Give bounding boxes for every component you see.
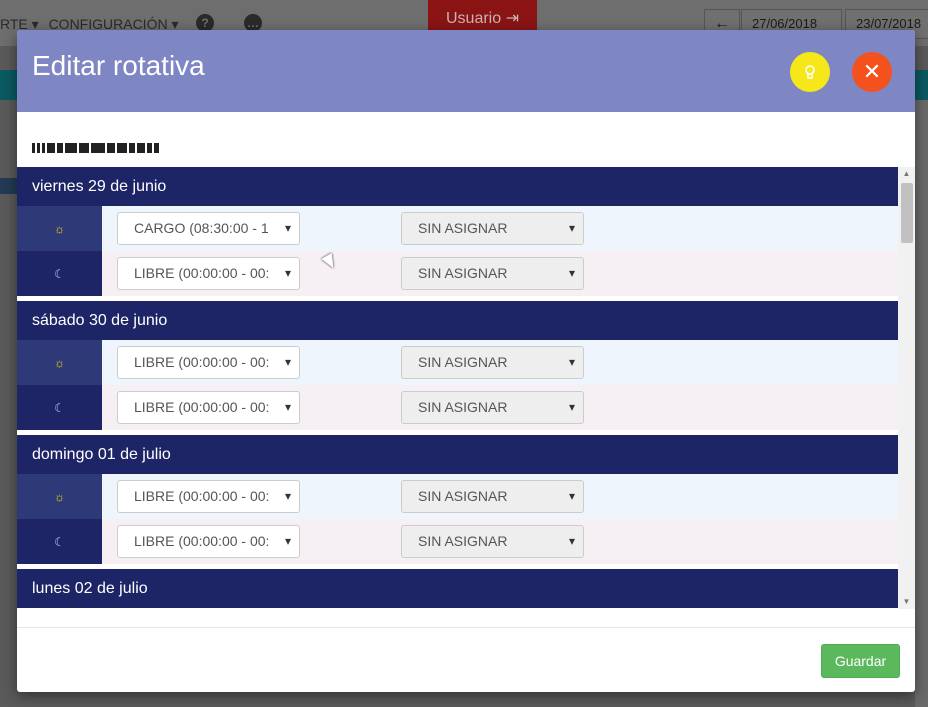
day-header: lunes 02 de julio [17,569,898,608]
modal-title: Editar rotativa [32,50,205,81]
assignment-select[interactable]: SIN ASIGNAR [401,257,584,290]
shift-row: ☾ LIBRE (00:00:00 - 00: SIN ASIGNAR [17,251,898,296]
assignment-select[interactable]: SIN ASIGNAR [401,346,584,379]
shift-type-select[interactable]: LIBRE (00:00:00 - 00: [117,480,300,513]
assignment-select[interactable]: SIN ASIGNAR [401,480,584,513]
sun-icon: ☼ [17,474,102,519]
shift-type-select[interactable]: LIBRE (00:00:00 - 00: [117,525,300,558]
moon-icon: ☾ [17,251,102,296]
assignment-select[interactable]: SIN ASIGNAR [401,391,584,424]
assignment-select[interactable]: SIN ASIGNAR [401,525,584,558]
shift-type-select[interactable]: LIBRE (00:00:00 - 00: [117,391,300,424]
employee-name-redacted [32,142,162,154]
scroll-down-icon[interactable]: ▼ [898,595,915,609]
background-right [915,100,928,707]
days-list[interactable]: viernes 29 de junio☼CARGO (08:30:00 - 1S… [17,167,915,609]
save-button[interactable]: Guardar [821,644,900,678]
moon-icon: ☾ [17,519,102,564]
shift-row: ☼ LIBRE (00:00:00 - 00: SIN ASIGNAR [17,474,898,519]
lightbulb-icon[interactable] [790,52,830,92]
shift-type-select[interactable]: LIBRE (00:00:00 - 00: [117,257,300,290]
scrollbar[interactable]: ▲ ▼ [898,167,915,609]
scroll-up-icon[interactable]: ▲ [898,167,915,181]
moon-icon: ☾ [17,385,102,430]
day-header: domingo 01 de julio [17,435,898,474]
modal-header: Editar rotativa ✕ [17,30,915,112]
assignment-select[interactable]: SIN ASIGNAR [401,212,584,245]
close-icon[interactable]: ✕ [852,52,892,92]
shift-type-select[interactable]: LIBRE (00:00:00 - 00: [117,346,300,379]
days-content: viernes 29 de junio☼CARGO (08:30:00 - 1S… [17,167,898,608]
sun-icon: ☼ [17,206,102,251]
scroll-thumb[interactable] [901,183,913,243]
edit-rotation-modal: Editar rotativa ✕ viernes 29 de junio ☼ CA… [17,30,915,692]
day-header: viernes 29 de junio [17,167,898,206]
modal-footer: Guardar [17,627,915,692]
shift-row: ☼ LIBRE (00:00:00 - 00: SIN ASIGNAR [17,340,898,385]
shift-row: ☼ CARGO (08:30:00 - 1 SIN ASIGNAR [17,206,898,251]
shift-type-select[interactable]: CARGO (08:30:00 - 1 [117,212,300,245]
shift-row: ☾ LIBRE (00:00:00 - 00: SIN ASIGNAR [17,519,898,564]
sun-icon: ☼ [17,340,102,385]
shift-row: ☾ LIBRE (00:00:00 - 00: SIN ASIGNAR [17,385,898,430]
day-header: sábado 30 de junio [17,301,898,340]
